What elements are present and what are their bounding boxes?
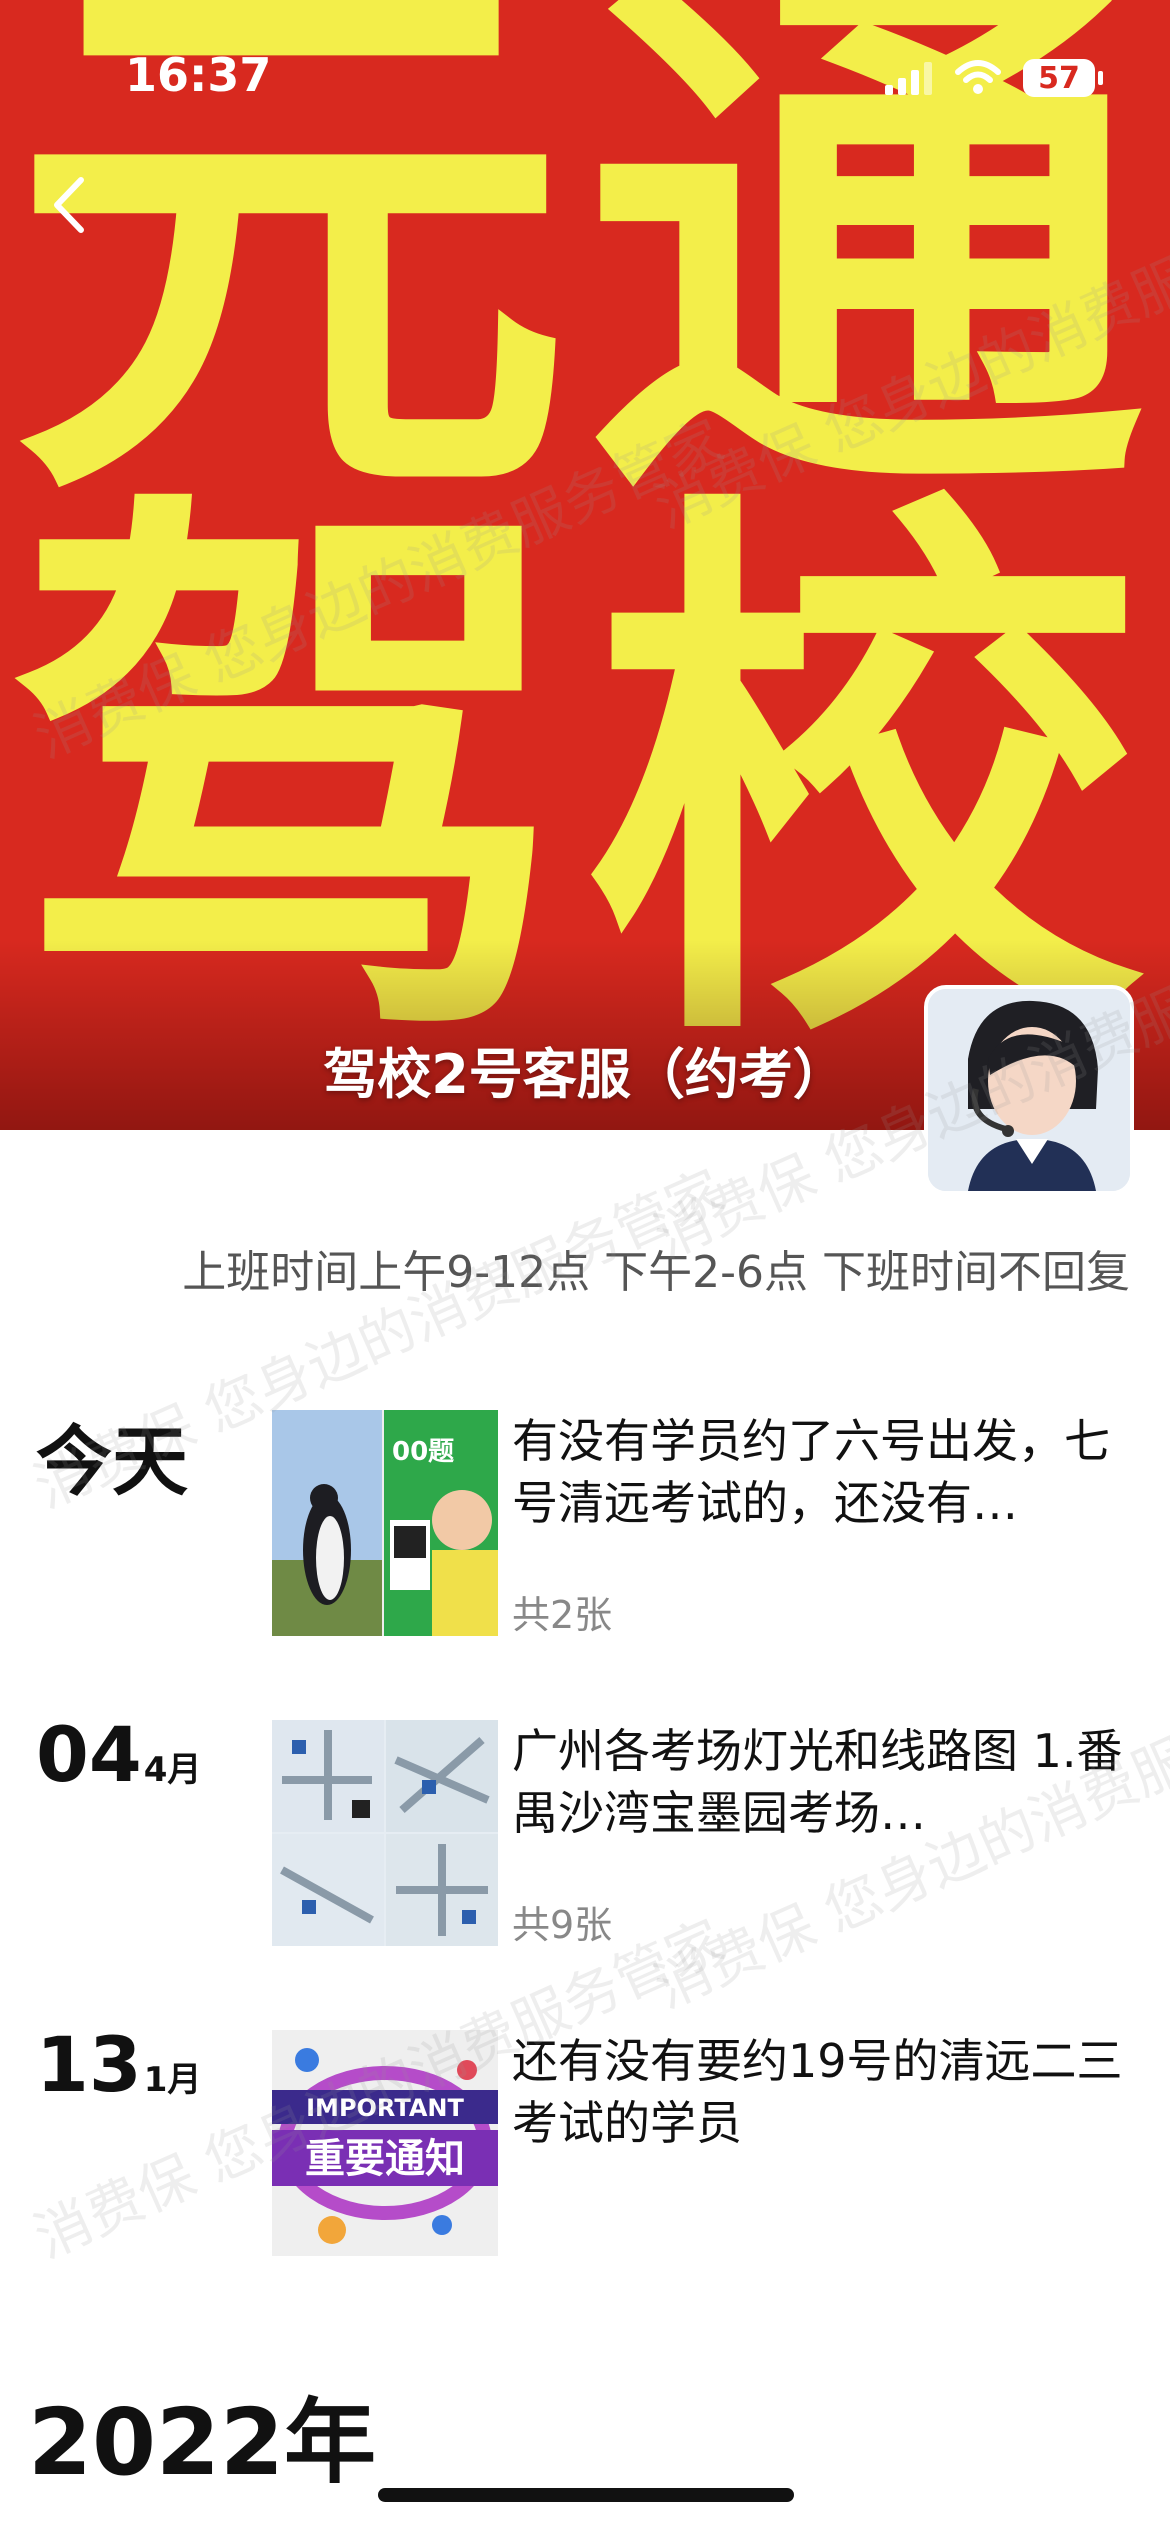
status-time: 16:37	[125, 48, 272, 102]
thumb-important-cn: 重要通知	[305, 2136, 465, 2182]
status-icons: 57	[885, 55, 1103, 101]
post-date-day: 13	[36, 2020, 142, 2109]
post-date-month: 1月	[143, 2060, 202, 2100]
back-arrow-icon[interactable]	[45, 170, 95, 240]
thumb-green-text: 00题	[392, 1437, 454, 1467]
avatar[interactable]	[924, 985, 1134, 1195]
battery-indicator: 57	[1023, 59, 1103, 97]
post-text: 有没有学员约了六号出发，七号清远考试的，还没有…	[512, 1414, 1110, 1530]
post-thumbnail[interactable]: IMPORTANT 重要通知	[272, 2030, 498, 2256]
cover-char-1: 元	[10, 0, 570, 566]
cellular-signal-icon	[885, 62, 932, 95]
wifi-icon	[955, 60, 1001, 94]
image-count: 共2张	[512, 1593, 613, 1637]
post-date-day: 04	[36, 1710, 142, 1799]
post-thumbnail[interactable]	[272, 1720, 498, 1946]
year-header: 2022年	[28, 2389, 377, 2496]
post-text: 还有没有要约19号的清远二三考试的学员	[512, 2034, 1123, 2150]
post-thumbnail[interactable]: 00题	[272, 1410, 498, 1636]
post-date: 131月	[36, 2020, 201, 2109]
image-count: 共9张	[512, 1903, 613, 1947]
penguin-and-ad-collage: 00题	[272, 1410, 498, 1636]
important-notice-graphic: IMPORTANT 重要通知	[272, 2030, 498, 2256]
post-date-day: 今天	[36, 1417, 188, 1506]
home-indicator[interactable]	[378, 2488, 794, 2502]
cover-image[interactable]: 元 通 驾 校 驾校2号客服（约考）	[0, 0, 1170, 1130]
exam-route-maps-collage	[272, 1720, 498, 1946]
avatar-portrait	[928, 989, 1130, 1191]
thumb-important-en: IMPORTANT	[306, 2094, 464, 2122]
post-text: 广州各考场灯光和线路图 1.番禺沙湾宝墨园考场…	[512, 1724, 1123, 1840]
post-date: 044月	[36, 1710, 201, 1799]
profile-signature: 上班时间上午9-12点 下午2-6点 下班时间不回复	[182, 1247, 1130, 1298]
post-date-month: 4月	[143, 1750, 202, 1790]
post-date: 今天	[36, 1400, 190, 1510]
